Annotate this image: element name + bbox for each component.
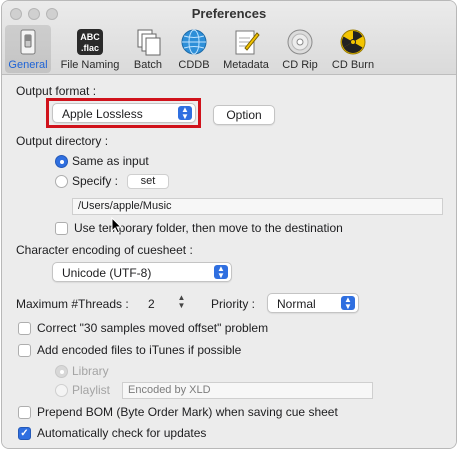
auto-update-checkbox[interactable]: ✓ [18, 427, 31, 440]
threads-value[interactable]: 2 [148, 297, 155, 311]
output-directory-label: Output directory : [16, 134, 109, 148]
correct-offset-checkbox[interactable] [18, 322, 31, 335]
priority-label: Priority : [211, 297, 256, 311]
tab-batch[interactable]: Batch [127, 25, 169, 73]
threads-stepper[interactable]: ▲ ▼ [175, 294, 188, 314]
option-button[interactable]: Option [213, 105, 275, 125]
auto-update-label: Automatically check for updates [37, 426, 207, 440]
globe-icon [179, 27, 209, 57]
radiation-icon [338, 27, 368, 57]
file-naming-icon: ABC .flac [75, 27, 105, 57]
encoding-label: Character encoding of cuesheet : [16, 243, 193, 257]
tab-general-label: General [8, 59, 48, 71]
tab-file-naming[interactable]: ABC .flac File Naming [57, 25, 123, 73]
file-naming-icon-line1: ABC [80, 32, 100, 42]
tab-cddb-label: CDDB [178, 59, 210, 71]
batch-documents-icon [133, 27, 163, 57]
library-label: Library [72, 364, 109, 378]
prepend-bom-checkbox[interactable] [18, 406, 31, 419]
output-format-value: Apple Lossless [62, 107, 143, 121]
tab-metadata[interactable]: Metadata [220, 25, 272, 73]
radio-specify[interactable] [55, 175, 68, 188]
tab-cd-burn[interactable]: CD Burn [328, 25, 378, 73]
tab-general[interactable]: General [5, 25, 51, 73]
specify-label: Specify : [72, 174, 119, 188]
tab-file-naming-label: File Naming [60, 59, 120, 71]
correct-offset-label: Correct "30 samples moved offset" proble… [37, 321, 269, 335]
encoding-value: Unicode (UTF-8) [62, 266, 152, 280]
directory-path-field[interactable]: /Users/apple/Music [72, 198, 443, 215]
switch-icon [13, 27, 43, 57]
tab-cd-burn-label: CD Burn [331, 59, 375, 71]
add-itunes-checkbox[interactable] [18, 344, 31, 357]
encoding-popup[interactable]: Unicode (UTF-8) ▲ ▼ [52, 262, 232, 282]
general-pane: Output format : Apple Lossless ▲ ▼ Option… [2, 76, 456, 448]
playlist-name-field[interactable]: Encoded by XLD [122, 382, 373, 399]
radio-library[interactable] [55, 365, 68, 378]
use-temp-folder-checkbox[interactable] [55, 222, 68, 235]
same-as-input-label: Same as input [72, 154, 149, 168]
pencil-doc-icon [231, 27, 261, 57]
output-format-popup[interactable]: Apple Lossless ▲ ▼ [52, 103, 196, 123]
add-itunes-label: Add encoded files to iTunes if possible [37, 343, 242, 357]
tab-cd-rip[interactable]: CD Rip [278, 25, 322, 73]
output-format-label: Output format : [16, 84, 97, 98]
tab-batch-label: Batch [133, 59, 163, 71]
playlist-label: Playlist [72, 383, 111, 397]
radio-same-as-input[interactable] [55, 155, 68, 168]
priority-value: Normal [277, 297, 316, 311]
threads-label: Maximum #Threads : [16, 297, 129, 311]
prepend-bom-label: Prepend BOM (Byte Order Mark) when savin… [37, 405, 338, 419]
tab-metadata-label: Metadata [223, 59, 269, 71]
preferences-window: Preferences General ABC .flac File Namin… [1, 0, 457, 449]
window-title: Preferences [191, 6, 267, 21]
chevron-updown-icon: ▲ ▼ [178, 106, 192, 121]
cd-disc-icon [285, 27, 315, 57]
file-naming-icon-line2: .flac [81, 43, 99, 53]
chevron-updown-icon: ▲ ▼ [214, 265, 228, 280]
set-button[interactable]: set [127, 174, 169, 189]
radio-playlist[interactable] [55, 384, 68, 397]
toolbar: Preferences General ABC .flac File Namin… [2, 1, 456, 75]
tab-cd-rip-label: CD Rip [282, 59, 318, 71]
priority-popup[interactable]: Normal ▲ ▼ [267, 293, 359, 313]
mouse-cursor-icon [111, 217, 123, 234]
tab-cddb[interactable]: CDDB [174, 25, 214, 73]
chevron-updown-icon: ▲ ▼ [341, 296, 355, 311]
